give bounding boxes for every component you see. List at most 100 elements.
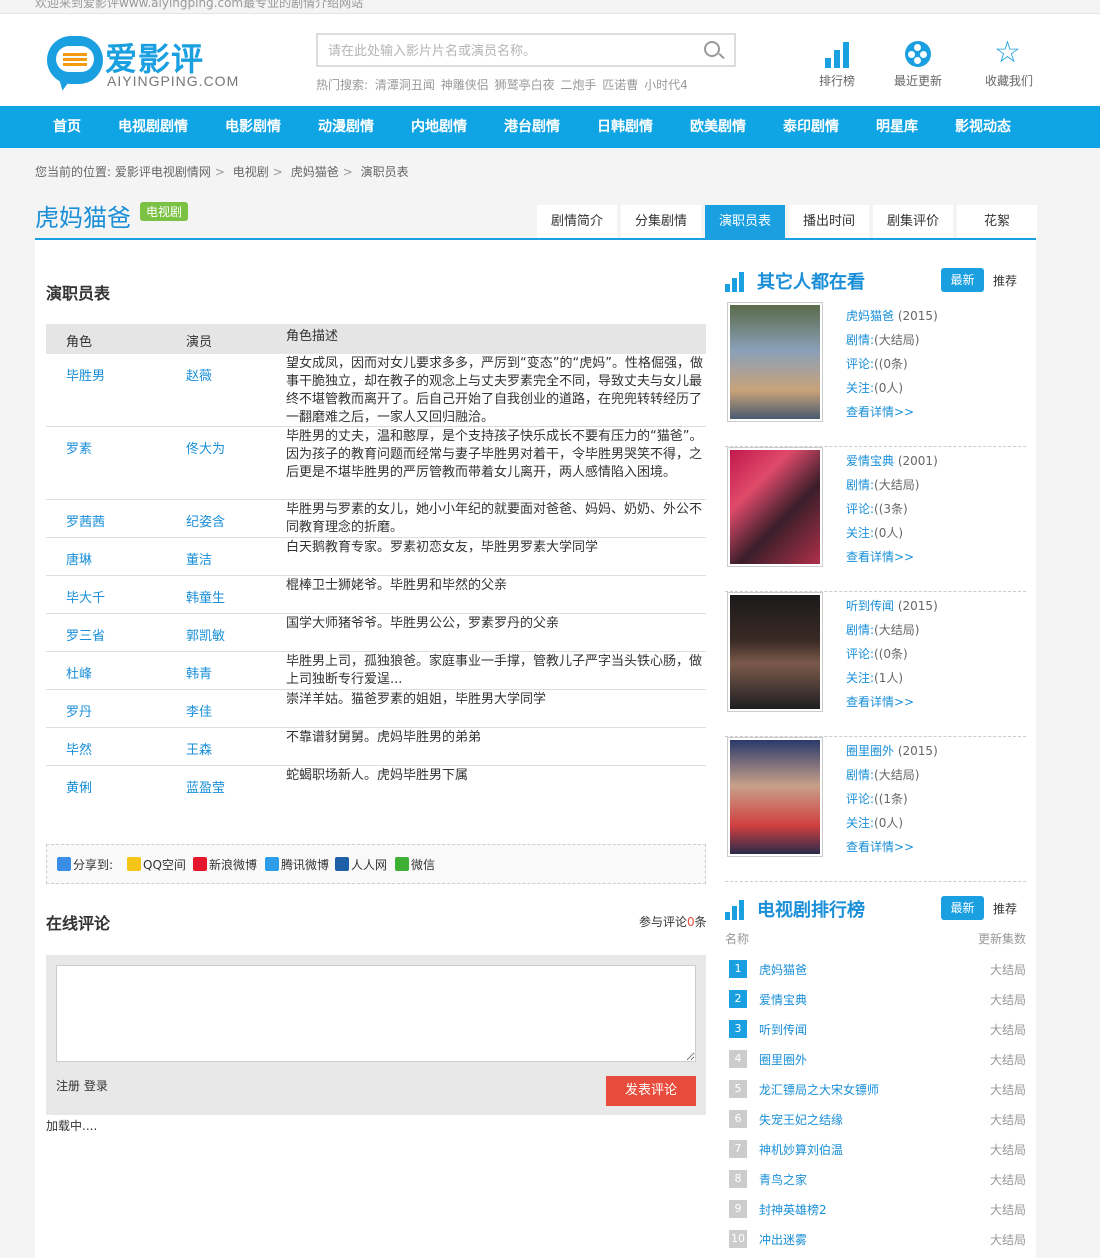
ranking-link[interactable]: 排行榜 bbox=[807, 38, 867, 89]
nav-item-anime-plot[interactable]: 动漫剧情 bbox=[318, 106, 374, 148]
rank-title[interactable]: 龙汇镖局之大宋女镖师 bbox=[759, 1081, 879, 1098]
tab-airtime[interactable]: 播出时间 bbox=[789, 205, 869, 238]
ranking-item[interactable]: 5 龙汇镖局之大宋女镖师 大结局 bbox=[725, 1078, 1026, 1108]
role-name[interactable]: 黄俐 bbox=[66, 777, 92, 796]
rank-title[interactable]: 冲出迷雾 bbox=[759, 1231, 807, 1248]
ranking-item[interactable]: 2 爱情宝典 大结局 bbox=[725, 988, 1026, 1018]
actor-name[interactable]: 李佳 bbox=[186, 701, 212, 720]
role-name[interactable]: 罗三省 bbox=[66, 625, 105, 644]
ranking-item[interactable]: 6 失宠王妃之结缘 大结局 bbox=[725, 1108, 1026, 1138]
rank-title[interactable]: 爱情宝典 bbox=[759, 991, 807, 1008]
ranking-item[interactable]: 9 封神英雄榜2 大结局 bbox=[725, 1198, 1026, 1228]
ranking-item[interactable]: 10 冲出迷雾 大结局 bbox=[725, 1228, 1026, 1258]
submit-comment-button[interactable]: 发表评论 bbox=[606, 1076, 696, 1106]
movie-title[interactable]: 圈里圈外 bbox=[846, 744, 894, 758]
rank-title[interactable]: 封神英雄榜2 bbox=[759, 1201, 827, 1218]
plot-label: 剧情: bbox=[846, 768, 875, 782]
actor-name[interactable]: 蓝盈莹 bbox=[186, 777, 225, 796]
tab-synopsis[interactable]: 剧情简介 bbox=[537, 205, 617, 238]
nav-item-thai-indian-plot[interactable]: 泰印剧情 bbox=[783, 106, 839, 148]
hot-search-link[interactable]: 清潭洞丑闻 bbox=[375, 78, 435, 92]
actor-name[interactable]: 郭凯敏 bbox=[186, 625, 225, 644]
nav-item-news[interactable]: 影视动态 bbox=[955, 106, 1011, 148]
ranking-tab-newest[interactable]: 最新 bbox=[941, 896, 984, 920]
role-name[interactable]: 毕然 bbox=[66, 739, 92, 758]
tab-episodes[interactable]: 分集剧情 bbox=[621, 205, 701, 238]
rank-title[interactable]: 神机妙算刘伯温 bbox=[759, 1141, 843, 1158]
ranking-item[interactable]: 1 虎妈猫爸 大结局 bbox=[725, 958, 1026, 988]
ranking-item[interactable]: 4 圈里圈外 大结局 bbox=[725, 1048, 1026, 1078]
hot-search-link[interactable]: 匹诺曹 bbox=[602, 78, 638, 92]
hot-search-link[interactable]: 小时代4 bbox=[644, 78, 688, 92]
share-qzone[interactable]: QQ空间 bbox=[127, 856, 186, 873]
site-logo[interactable]: 爱影评 AIYINGPING.COM bbox=[47, 36, 247, 96]
role-name[interactable]: 毕胜男 bbox=[66, 365, 105, 384]
actor-name[interactable]: 韩童生 bbox=[186, 587, 225, 606]
register-link[interactable]: 注册 bbox=[56, 1079, 80, 1093]
nav-item-mainland-plot[interactable]: 内地剧情 bbox=[411, 106, 467, 148]
actor-name[interactable]: 赵薇 bbox=[186, 365, 212, 384]
view-details-link[interactable]: 查看详情>> bbox=[846, 550, 914, 564]
login-link[interactable]: 登录 bbox=[84, 1079, 108, 1093]
rank-title[interactable]: 失宠王妃之结缘 bbox=[759, 1111, 843, 1128]
ranking-item[interactable]: 7 神机妙算刘伯温 大结局 bbox=[725, 1138, 1026, 1168]
tab-cast[interactable]: 演职员表 bbox=[705, 205, 785, 238]
tab-reviews[interactable]: 剧集评价 bbox=[873, 205, 953, 238]
role-name[interactable]: 杜峰 bbox=[66, 663, 92, 682]
view-details-link[interactable]: 查看详情>> bbox=[846, 840, 914, 854]
actor-name[interactable]: 韩青 bbox=[186, 663, 212, 682]
rank-status: 大结局 bbox=[989, 1203, 1026, 1217]
role-name[interactable]: 唐琳 bbox=[66, 549, 92, 568]
share-wechat[interactable]: 微信 bbox=[395, 856, 435, 873]
recent-updates-link[interactable]: 最近更新 bbox=[888, 38, 948, 89]
comment-textarea[interactable] bbox=[56, 965, 696, 1062]
movie-poster[interactable] bbox=[727, 737, 823, 857]
search-input[interactable] bbox=[328, 41, 688, 61]
role-name[interactable]: 罗丹 bbox=[66, 701, 92, 720]
actor-name[interactable]: 王森 bbox=[186, 739, 212, 758]
tab-extras[interactable]: 花絮 bbox=[957, 205, 1037, 238]
nav-item-tv-plot[interactable]: 电视剧剧情 bbox=[118, 106, 188, 148]
role-name[interactable]: 罗茜茜 bbox=[66, 511, 105, 530]
movie-title[interactable]: 虎妈猫爸 bbox=[846, 309, 894, 323]
ranking-tab-recommended[interactable]: 推荐 bbox=[993, 900, 1017, 917]
nav-item-movie-plot[interactable]: 电影剧情 bbox=[225, 106, 281, 148]
breadcrumb-link[interactable]: 电视剧 bbox=[233, 165, 269, 179]
ranking-item[interactable]: 3 听到传闻 大结局 bbox=[725, 1018, 1026, 1048]
rank-title[interactable]: 听到传闻 bbox=[759, 1021, 807, 1038]
tab-newest[interactable]: 最新 bbox=[941, 268, 984, 292]
breadcrumb-link[interactable]: 爱影评电视剧情网 bbox=[115, 165, 211, 179]
share-weibo[interactable]: 新浪微博 bbox=[193, 856, 257, 873]
search-icon[interactable] bbox=[704, 41, 720, 57]
rank-title[interactable]: 虎妈猫爸 bbox=[759, 961, 807, 978]
nav-item-stars[interactable]: 明星库 bbox=[876, 106, 918, 148]
movie-poster[interactable] bbox=[727, 302, 823, 422]
role-name[interactable]: 罗素 bbox=[66, 438, 92, 457]
movie-poster[interactable] bbox=[727, 447, 823, 567]
bookmark-link[interactable]: ☆ 收藏我们 bbox=[979, 38, 1039, 89]
movie-poster[interactable] bbox=[727, 592, 823, 712]
actor-name[interactable]: 佟大为 bbox=[186, 438, 225, 457]
ranking-item[interactable]: 8 青鸟之家 大结局 bbox=[725, 1168, 1026, 1198]
nav-item-jpkr-plot[interactable]: 日韩剧情 bbox=[597, 106, 653, 148]
nav-item-home[interactable]: 首页 bbox=[53, 106, 81, 148]
breadcrumb-link[interactable]: 虎妈猫爸 bbox=[291, 165, 339, 179]
nav-item-hktw-plot[interactable]: 港台剧情 bbox=[504, 106, 560, 148]
nav-item-western-plot[interactable]: 欧美剧情 bbox=[690, 106, 746, 148]
hot-search-link[interactable]: 二炮手 bbox=[560, 78, 596, 92]
actor-name[interactable]: 纪姿含 bbox=[186, 511, 225, 530]
rank-title[interactable]: 圈里圈外 bbox=[759, 1051, 807, 1068]
share-tencent-weibo[interactable]: 腾讯微博 bbox=[265, 856, 329, 873]
movie-title[interactable]: 听到传闻 bbox=[846, 599, 894, 613]
view-details-link[interactable]: 查看详情>> bbox=[846, 695, 914, 709]
role-name[interactable]: 毕大千 bbox=[66, 587, 105, 606]
tab-recommended[interactable]: 推荐 bbox=[993, 272, 1017, 289]
actor-name[interactable]: 董洁 bbox=[186, 549, 212, 568]
header-description: 角色描述 bbox=[286, 329, 339, 344]
rank-title[interactable]: 青鸟之家 bbox=[759, 1171, 807, 1188]
view-details-link[interactable]: 查看详情>> bbox=[846, 405, 914, 419]
hot-search-link[interactable]: 狮鹫亭白夜 bbox=[495, 78, 555, 92]
hot-search-link[interactable]: 神雕侠侣 bbox=[441, 78, 489, 92]
movie-title[interactable]: 爱情宝典 bbox=[846, 454, 894, 468]
share-renren[interactable]: 人人网 bbox=[335, 856, 387, 873]
